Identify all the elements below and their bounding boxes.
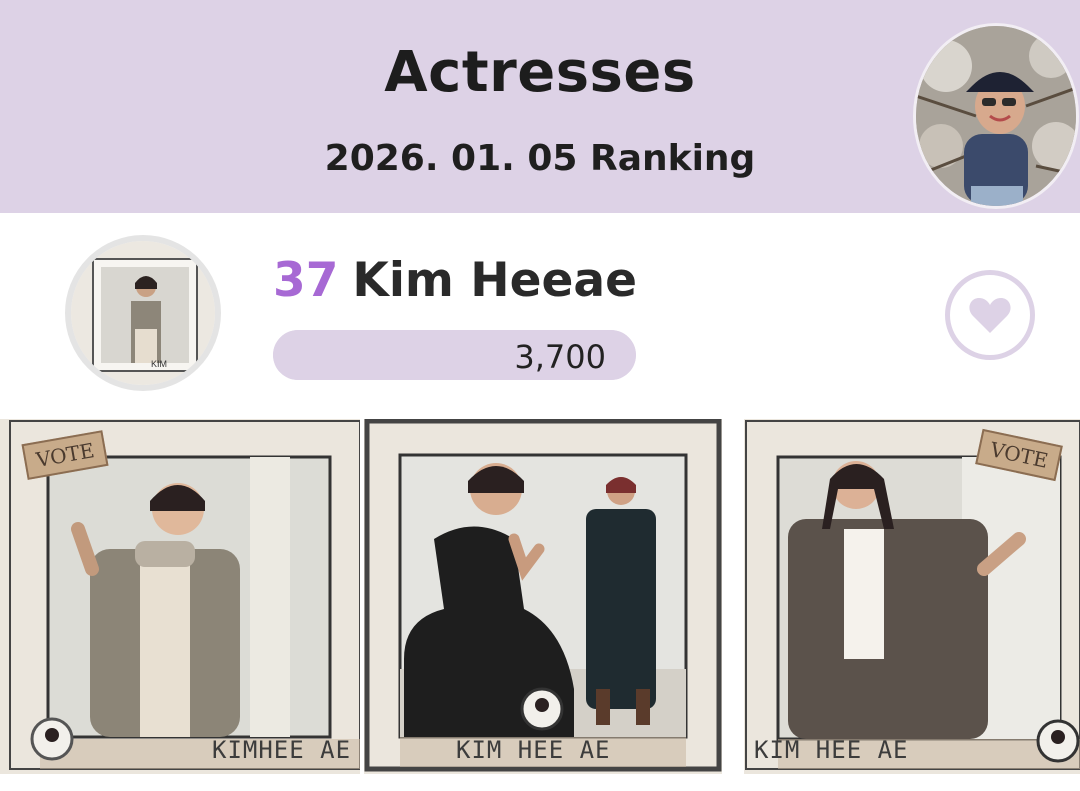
actress-avatar-photo [71,241,215,385]
vote-count: 3,700 [514,338,606,376]
user-avatar-photo [916,26,1076,206]
user-avatar[interactable] [913,23,1079,209]
gallery-photo-2-image [364,419,722,774]
photo-caption-3: KIM HEE AE [754,736,909,764]
avatar-caption: KIM [151,359,168,369]
actress-name: Kim Heeae [352,253,637,308]
heart-icon [969,298,1011,333]
like-button[interactable] [945,270,1035,360]
gallery-photo-2[interactable]: KIM HEE AE [364,419,722,774]
ranking-header: Actresses 2026. 01. 05 Ranking [0,0,1080,213]
photo-caption-2: KIM HEE AE [456,736,611,764]
rank-and-name: 37 Kim Heeae [273,253,637,308]
actress-avatar[interactable]: KIM [65,235,221,391]
ranking-entry[interactable]: KIM 37 Kim Heeae 3,700 [0,213,1080,419]
photo-gallery: VOTE KIMHEE AE KIM HEE AE VOTE KIM HEE A… [0,419,1080,791]
gallery-photo-3[interactable]: VOTE KIM HEE AE [744,419,1080,774]
gallery-photo-1[interactable]: VOTE KIMHEE AE [0,419,360,774]
vote-progress-bar: 3,700 [273,330,636,380]
photo-caption-1: KIMHEE AE [212,736,352,764]
rank-number: 37 [273,253,339,308]
